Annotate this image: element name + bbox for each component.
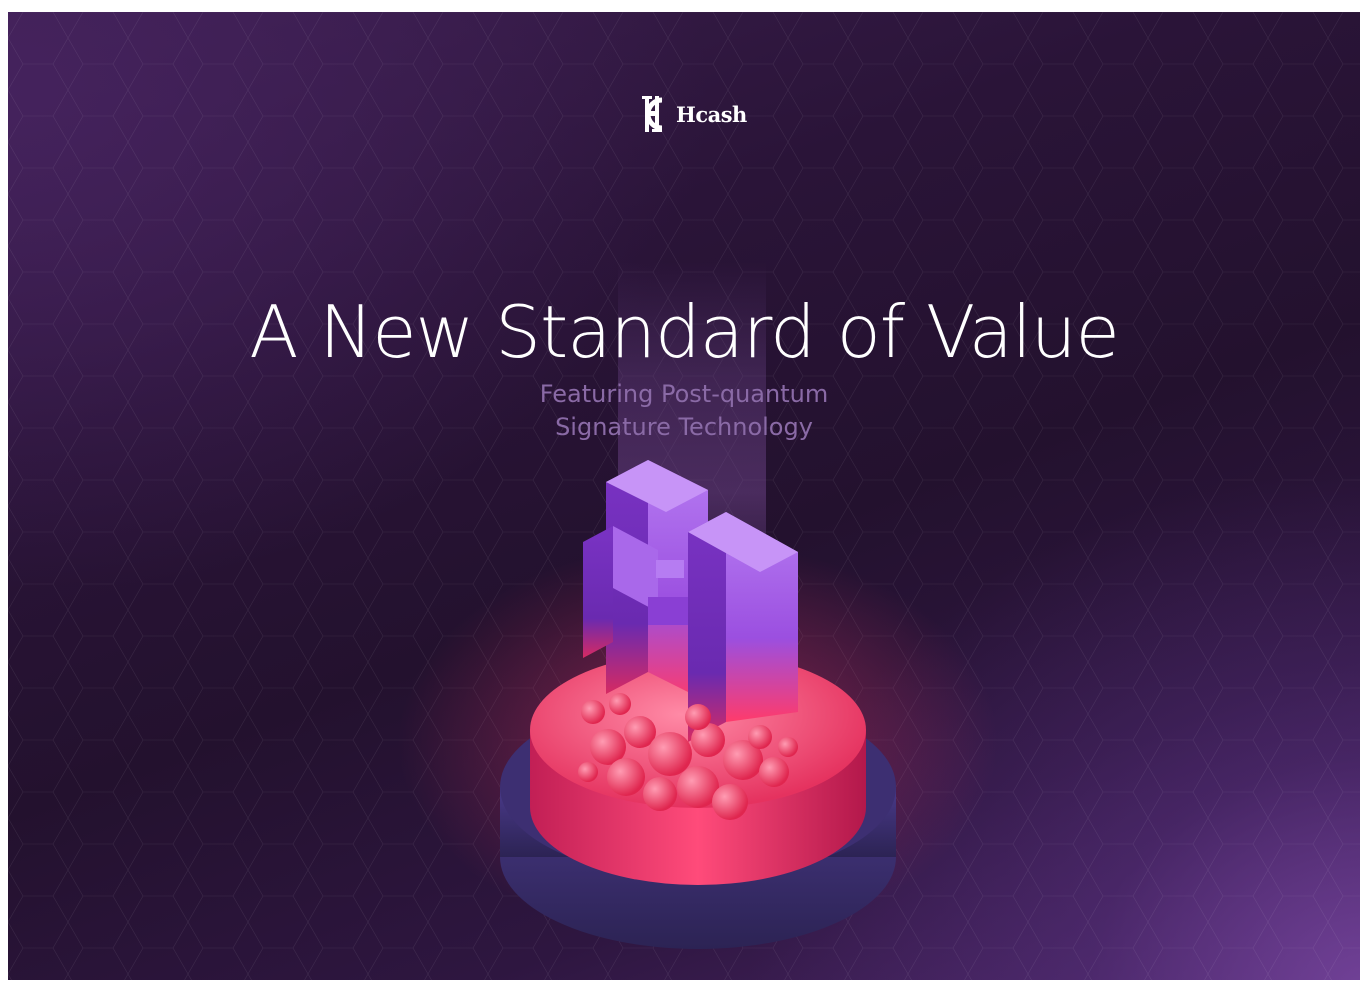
hcash-isometric-pedestal-illustration — [398, 460, 998, 949]
hero-banner: Hcash A New Standard of Value Featuring … — [8, 12, 1360, 980]
